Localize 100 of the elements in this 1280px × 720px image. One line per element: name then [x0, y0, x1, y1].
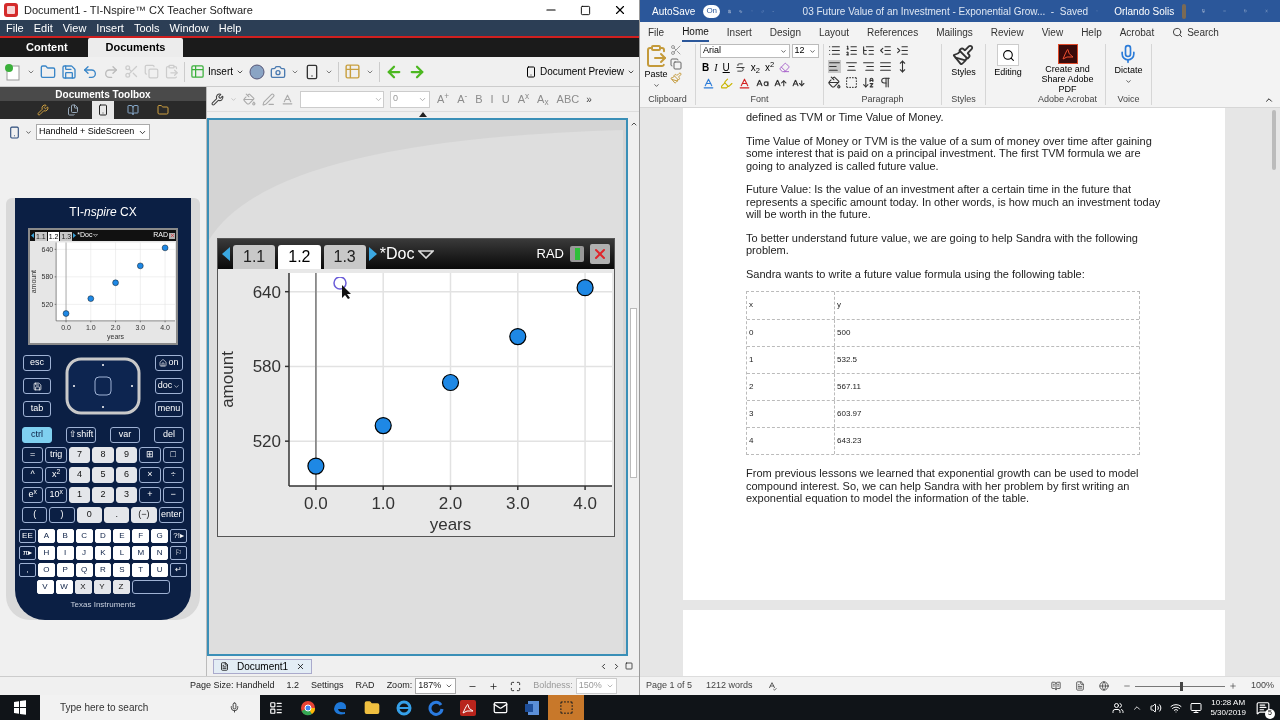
calculator-key[interactable]: menu	[155, 401, 183, 417]
ribbon-tab[interactable]: File	[648, 22, 665, 42]
tools-icon[interactable]	[37, 104, 49, 116]
calculator-key[interactable]: 4	[68, 467, 91, 483]
web-layout-icon[interactable]	[1098, 681, 1109, 691]
dashed-square-icon[interactable]	[558, 700, 574, 715]
calculator-key[interactable]: ⇧shift	[66, 427, 96, 443]
variable-icon[interactable]	[249, 63, 265, 80]
ribbon-tab[interactable]: References	[867, 22, 919, 42]
microphone-icon[interactable]	[229, 702, 240, 713]
word-app-icon[interactable]	[524, 699, 540, 716]
page-tab[interactable]: 1.3	[323, 245, 366, 269]
caret-icon[interactable]	[418, 249, 435, 259]
pdf-app-icon[interactable]	[460, 699, 476, 716]
camera-icon[interactable]	[270, 63, 286, 80]
calculator-key[interactable]: M	[132, 546, 150, 560]
calculator-key[interactable]: ctrl	[22, 427, 52, 443]
calculator-key[interactable]: )	[49, 507, 75, 523]
calculator-key[interactable]: tab	[23, 401, 51, 417]
ribbon-tab[interactable]: Help	[1081, 22, 1102, 42]
browser-icon[interactable]	[300, 699, 316, 716]
text-color-icon[interactable]	[281, 92, 294, 106]
menu-item[interactable]: Insert	[92, 19, 128, 37]
styles-button[interactable]: Styles	[951, 44, 976, 80]
calculator-key[interactable]: D	[94, 529, 112, 543]
left-arrow-icon[interactable]	[31, 233, 34, 238]
close-button[interactable]	[613, 3, 627, 17]
zoom-in-icon[interactable]	[489, 681, 499, 691]
calculator-key[interactable]: J	[75, 546, 93, 560]
calculator-key[interactable]: var	[110, 427, 140, 443]
calculator-key[interactable]: 0	[76, 507, 102, 523]
calculator-key[interactable]: T	[132, 563, 150, 577]
font-style-button[interactable]: U	[722, 60, 730, 75]
font-field[interactable]: Arial	[700, 44, 790, 58]
view-select[interactable]: Handheld + SideScreen	[36, 124, 151, 140]
align-center-icon[interactable]	[845, 60, 858, 73]
calculator-key[interactable]: 2	[92, 487, 114, 503]
ribbon-tab[interactable]: Design	[769, 22, 801, 42]
pdf-icon[interactable]	[1057, 44, 1078, 64]
editing-button[interactable]: Editing	[994, 44, 1022, 80]
multilevel-list-icon[interactable]	[862, 44, 875, 57]
collapse-ribbon-icon[interactable]	[1264, 95, 1274, 105]
space-key[interactable]	[131, 580, 170, 594]
calculator-key[interactable]: X	[74, 580, 92, 594]
previous-icon[interactable]	[599, 661, 608, 671]
slider-thumb[interactable]	[1179, 681, 1183, 691]
calculator-key[interactable]: B	[56, 529, 74, 543]
align-left-icon[interactable]	[828, 60, 841, 73]
paste-button[interactable]: Paste	[644, 44, 668, 89]
left-arrow-icon[interactable]	[222, 247, 230, 261]
pilcrow-icon[interactable]	[879, 76, 892, 89]
proofing-icon[interactable]	[766, 681, 777, 691]
overflow-button[interactable]: »	[586, 91, 592, 107]
pages-icon[interactable]	[67, 104, 79, 116]
calculator-key[interactable]: (−)	[131, 507, 157, 523]
calculator-key[interactable]: ×	[139, 467, 161, 483]
calculator-key[interactable]: ÷	[162, 467, 184, 483]
volume-icon[interactable]	[1150, 701, 1163, 714]
calculator-key[interactable]: ⚐	[170, 546, 187, 560]
cut-icon[interactable]	[670, 44, 682, 56]
decrease-indent-icon[interactable]	[879, 44, 892, 57]
restore-icon[interactable]	[625, 662, 633, 670]
calculator-key[interactable]: ⊞	[139, 447, 161, 463]
sort-icon[interactable]	[862, 76, 875, 89]
handheld-icon[interactable]	[304, 63, 320, 80]
book-icon[interactable]	[127, 104, 139, 116]
calculator-key[interactable]: 3	[115, 487, 138, 503]
touchpad[interactable]	[65, 357, 141, 415]
maximize-button[interactable]	[580, 4, 591, 16]
document-menu[interactable]: *Doc	[379, 242, 435, 266]
calculator-key[interactable]: ,	[19, 563, 36, 577]
notifications-icon[interactable]	[1256, 700, 1270, 715]
calculator-key[interactable]: ?!▸	[170, 529, 187, 543]
increase-indent-icon[interactable]	[896, 44, 909, 57]
browser-icon[interactable]	[396, 699, 412, 716]
page-tab[interactable]: 1.2	[278, 245, 321, 269]
font-color-icon[interactable]	[738, 77, 751, 90]
calculator-key[interactable]: 9	[115, 447, 138, 463]
font-style-button[interactable]: x$_{2}$	[750, 60, 760, 75]
fit-icon[interactable]	[510, 680, 522, 692]
search-icon[interactable]	[1001, 48, 1015, 62]
calculator-key[interactable]: 8	[92, 447, 114, 463]
calculator-key[interactable]: enter	[158, 507, 184, 523]
close-icon[interactable]	[296, 661, 306, 671]
calculator-key[interactable]: EE	[19, 529, 36, 543]
app-tab[interactable]: Documents	[87, 38, 184, 57]
copy-icon[interactable]	[670, 58, 682, 70]
strikethrough-icon[interactable]	[734, 62, 746, 73]
ribbon-tab[interactable]: View	[1041, 22, 1064, 42]
scroll-up-icon[interactable]	[629, 120, 638, 128]
zoom-in-icon[interactable]	[1228, 682, 1237, 690]
home-icon[interactable]	[159, 359, 168, 367]
scrollbar-thumb[interactable]	[1272, 110, 1276, 170]
text-effects-icon[interactable]	[702, 77, 715, 90]
calculator-key[interactable]: doc	[155, 378, 183, 394]
calculator-key[interactable]: V	[36, 580, 54, 594]
calculator-key[interactable]: E	[113, 529, 131, 543]
calculator-key[interactable]: H	[37, 546, 55, 560]
menu-item[interactable]: View	[58, 19, 91, 37]
brush-icon[interactable]	[952, 44, 975, 66]
